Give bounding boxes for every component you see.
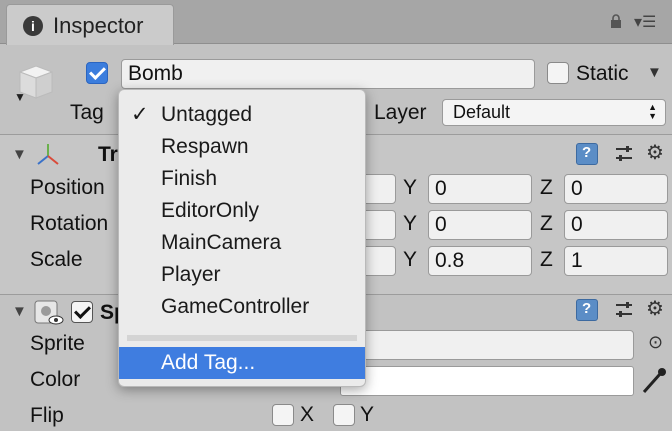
layer-value: Default xyxy=(453,102,511,122)
settings-gear-icon[interactable]: ⚙ xyxy=(646,140,664,165)
menu-item-gamecontroller[interactable]: GameController xyxy=(119,291,365,323)
object-name-field[interactable]: Bomb xyxy=(121,59,535,89)
menu-separator xyxy=(127,335,357,341)
scale-y-axis-label: Y xyxy=(403,248,418,271)
menu-item-label: GameController xyxy=(161,295,310,318)
sprite-renderer-icon xyxy=(34,300,64,325)
object-picker-icon[interactable]: ⊙ xyxy=(648,332,663,353)
sprite-renderer-enabled-checkbox[interactable] xyxy=(71,301,93,323)
menu-item-label: Player xyxy=(161,263,221,286)
menu-item-label: EditorOnly xyxy=(161,199,260,222)
menu-item-finish[interactable]: Finish xyxy=(119,163,365,195)
menu-item-respawn[interactable]: Respawn xyxy=(119,131,365,163)
scale-y-field[interactable]: 0.8 xyxy=(428,246,532,276)
sprite-renderer-fold-arrow-icon[interactable]: ▼ xyxy=(12,303,27,320)
position-label: Position xyxy=(30,176,105,199)
checkmark-icon: ✓ xyxy=(131,103,149,126)
tab-inspector[interactable]: i Inspector xyxy=(6,4,174,45)
scale-z-axis-label: Z xyxy=(540,248,553,271)
sprite-label: Sprite xyxy=(30,332,85,355)
menu-item-label: Untagged xyxy=(161,103,253,126)
info-icon: i xyxy=(23,16,43,36)
active-checkbox[interactable] xyxy=(86,62,108,84)
menu-item-label: MainCamera xyxy=(161,231,282,254)
tag-label: Tag xyxy=(70,101,104,124)
menu-item-label: Respawn xyxy=(161,135,249,158)
rotation-label: Rotation xyxy=(30,212,109,235)
flip-y-label: Y xyxy=(360,403,375,426)
flip-label: Flip xyxy=(30,404,64,427)
icon-dropdown-arrow-icon[interactable]: ▼ xyxy=(14,90,26,104)
flip-x-label: X xyxy=(300,403,315,426)
transform-title: Tr xyxy=(98,143,118,166)
position-y-field[interactable]: 0 xyxy=(428,174,532,204)
position-z-field[interactable]: 0 xyxy=(564,174,668,204)
transform-axes-icon xyxy=(37,144,59,165)
tag-dropdown-menu: ✓ Untagged Respawn Finish EditorOnly Mai… xyxy=(118,89,366,387)
scale-z-field[interactable]: 1 xyxy=(564,246,668,276)
rotation-y-field[interactable]: 0 xyxy=(428,210,532,240)
flip-y-checkbox[interactable] xyxy=(333,404,355,426)
layer-dropdown[interactable]: Default ▲ ▼ xyxy=(442,99,666,126)
static-label: Static xyxy=(576,62,629,85)
settings-gear-icon[interactable]: ⚙ xyxy=(646,296,664,321)
rotation-z-axis-label: Z xyxy=(540,212,553,235)
rotation-z-field[interactable]: 0 xyxy=(564,210,668,240)
menu-item-add-tag[interactable]: Add Tag... xyxy=(119,347,365,379)
position-z-axis-label: Z xyxy=(540,176,553,199)
preset-sliders-icon[interactable] xyxy=(614,145,634,163)
menu-item-untagged[interactable]: ✓ Untagged xyxy=(119,99,365,131)
tab-menu-icon[interactable]: ▾☰ xyxy=(634,12,656,32)
menu-item-player[interactable]: Player xyxy=(119,259,365,291)
rotation-y-axis-label: Y xyxy=(403,212,418,235)
flip-x-checkbox[interactable] xyxy=(272,404,294,426)
menu-item-label: Add Tag... xyxy=(161,351,256,374)
position-y-axis-label: Y xyxy=(403,176,418,199)
color-swatch-field[interactable] xyxy=(340,366,634,396)
eyedropper-icon[interactable] xyxy=(640,366,668,396)
transform-fold-arrow-icon[interactable]: ▼ xyxy=(12,146,27,163)
layer-label: Layer xyxy=(374,101,427,124)
menu-item-maincamera[interactable]: MainCamera xyxy=(119,227,365,259)
tab-inspector-label: Inspector xyxy=(53,13,144,38)
help-icon[interactable] xyxy=(576,143,598,165)
scale-label: Scale xyxy=(30,248,83,271)
color-label: Color xyxy=(30,368,81,391)
updown-icon: ▲ ▼ xyxy=(648,102,657,121)
sprite-field[interactable] xyxy=(340,330,634,360)
static-dropdown-arrow-icon[interactable]: ▼ xyxy=(647,64,662,81)
preset-sliders-icon[interactable] xyxy=(614,301,634,319)
menu-item-editoronly[interactable]: EditorOnly xyxy=(119,195,365,227)
static-checkbox[interactable] xyxy=(547,62,569,84)
lock-icon[interactable] xyxy=(610,14,622,28)
help-icon[interactable] xyxy=(576,299,598,321)
menu-item-label: Finish xyxy=(161,167,218,190)
